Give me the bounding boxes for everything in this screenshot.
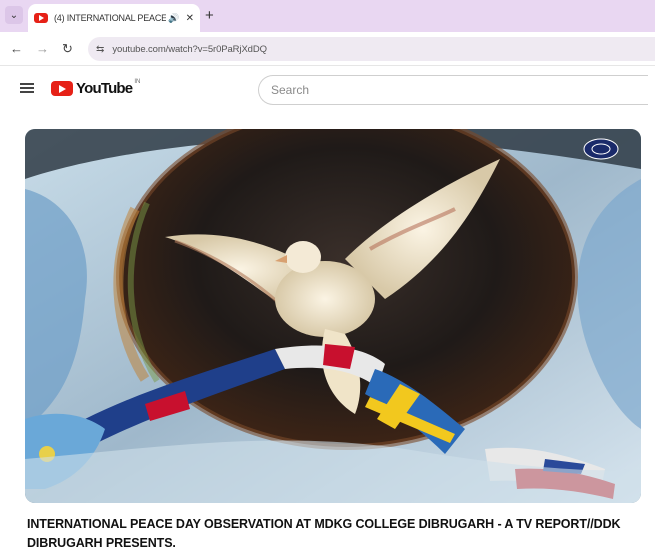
tab-title: (4) INTERNATIONAL PEACE xyxy=(54,13,167,23)
browser-tab-active[interactable]: (4) INTERNATIONAL PEACE 🔊 ✕ xyxy=(28,4,200,32)
browser-tab-strip: ⌄ (4) INTERNATIONAL PEACE 🔊 ✕ + xyxy=(0,0,655,32)
youtube-header: YouTube IN xyxy=(0,66,655,118)
reload-icon[interactable]: ↻ xyxy=(62,41,73,57)
site-info-icon[interactable]: ⇆ xyxy=(96,44,104,55)
youtube-logo[interactable]: YouTube IN xyxy=(51,78,141,97)
dd-logo-icon xyxy=(583,138,619,160)
tab-search-button[interactable]: ⌄ xyxy=(5,6,23,24)
country-code: IN xyxy=(134,78,141,85)
youtube-favicon-icon xyxy=(34,13,48,23)
search-box[interactable] xyxy=(258,75,648,105)
video-title: INTERNATIONAL PEACE DAY OBSERVATION AT M… xyxy=(27,517,621,550)
url-text[interactable]: youtube.com/watch?v=5r0PaRjXdDQ xyxy=(112,44,267,55)
youtube-wordmark: YouTube xyxy=(76,80,133,97)
video-player[interactable] xyxy=(25,129,641,503)
youtube-play-icon xyxy=(51,81,73,96)
back-arrow-icon[interactable]: ← xyxy=(10,41,23,56)
video-thumbnail xyxy=(25,129,641,503)
address-bar[interactable]: ⇆ youtube.com/watch?v=5r0PaRjXdDQ xyxy=(88,37,655,61)
new-tab-button[interactable]: + xyxy=(205,7,214,24)
menu-icon[interactable] xyxy=(20,83,34,93)
speaker-icon[interactable]: 🔊 xyxy=(168,13,179,24)
search-input[interactable] xyxy=(271,83,631,97)
browser-toolbar: ← → ↻ ⇆ youtube.com/watch?v=5r0PaRjXdDQ xyxy=(0,32,655,66)
forward-arrow-icon[interactable]: → xyxy=(36,41,49,56)
close-tab-icon[interactable]: ✕ xyxy=(186,13,194,24)
